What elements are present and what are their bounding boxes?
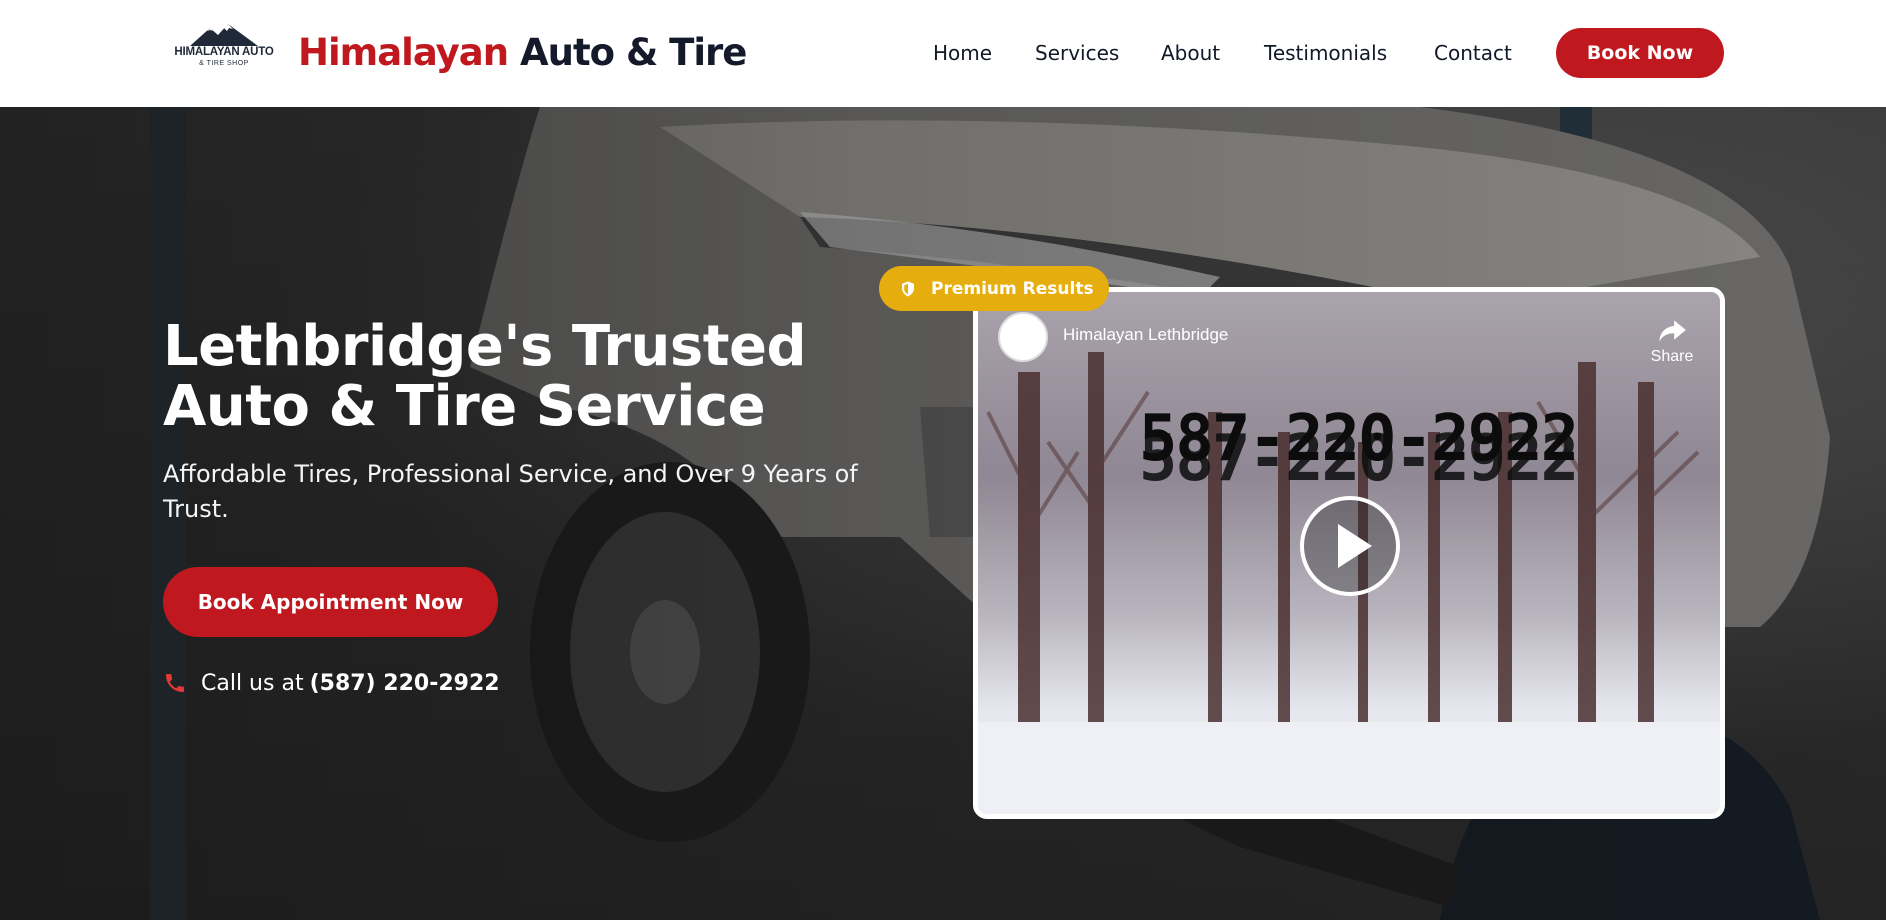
phone-number-link[interactable]: (587) 220-2922	[310, 671, 500, 696]
share-button[interactable]: Share	[1642, 310, 1702, 370]
book-appointment-button[interactable]: Book Appointment Now	[163, 567, 498, 637]
brand-name[interactable]: Himalayan Auto & Tire	[298, 28, 747, 78]
channel-name[interactable]: Himalayan Lethbridge	[1063, 325, 1228, 345]
play-icon	[1338, 524, 1372, 568]
nav-about[interactable]: About	[1161, 38, 1220, 68]
hero-title-line1: Lethbridge's Trusted	[163, 314, 807, 379]
hero-section: Lethbridge's Trusted Auto & Tire Service…	[0, 107, 1886, 920]
phone-icon	[166, 674, 184, 692]
brand-name-part1: Himalayan	[298, 31, 509, 74]
nav-home[interactable]: Home	[933, 38, 992, 68]
shield-icon	[902, 281, 914, 296]
share-icon	[1659, 320, 1686, 342]
play-button[interactable]	[1300, 496, 1400, 596]
hero-title: Lethbridge's Trusted Auto & Tire Service	[163, 317, 923, 437]
video-player[interactable]: Himalayan Lethbridge Share 587-220-2922 …	[973, 287, 1725, 819]
premium-results-badge: Premium Results	[879, 266, 1109, 311]
book-now-button[interactable]: Book Now	[1556, 28, 1724, 78]
badge-label: Premium Results	[931, 278, 1094, 299]
share-label: Share	[1650, 348, 1694, 365]
logo-subtext: & TIRE SHOP	[199, 60, 249, 67]
hero-title-line2: Auto & Tire Service	[163, 374, 766, 439]
video-phone-text-echo: 587-220-2922	[1138, 422, 1579, 496]
brand-name-part2: Auto & Tire	[520, 31, 747, 74]
nav-testimonials[interactable]: Testimonials	[1264, 38, 1387, 68]
hero-subtitle: Affordable Tires, Professional Service, …	[163, 460, 858, 523]
call-line: Call us at (587) 220-2922	[163, 667, 500, 699]
logo-text: HIMALAYAN AUTO	[174, 46, 274, 58]
call-prefix: Call us at	[201, 670, 304, 696]
site-header: HIMALAYAN AUTO & TIRE SHOP Himalayan Aut…	[0, 0, 1886, 107]
nav-services[interactable]: Services	[1035, 38, 1119, 68]
channel-avatar[interactable]	[998, 312, 1048, 362]
mountain-logo-icon	[190, 24, 258, 46]
nav-contact[interactable]: Contact	[1434, 38, 1512, 68]
site-logo[interactable]: HIMALAYAN AUTO & TIRE SHOP	[170, 20, 278, 74]
